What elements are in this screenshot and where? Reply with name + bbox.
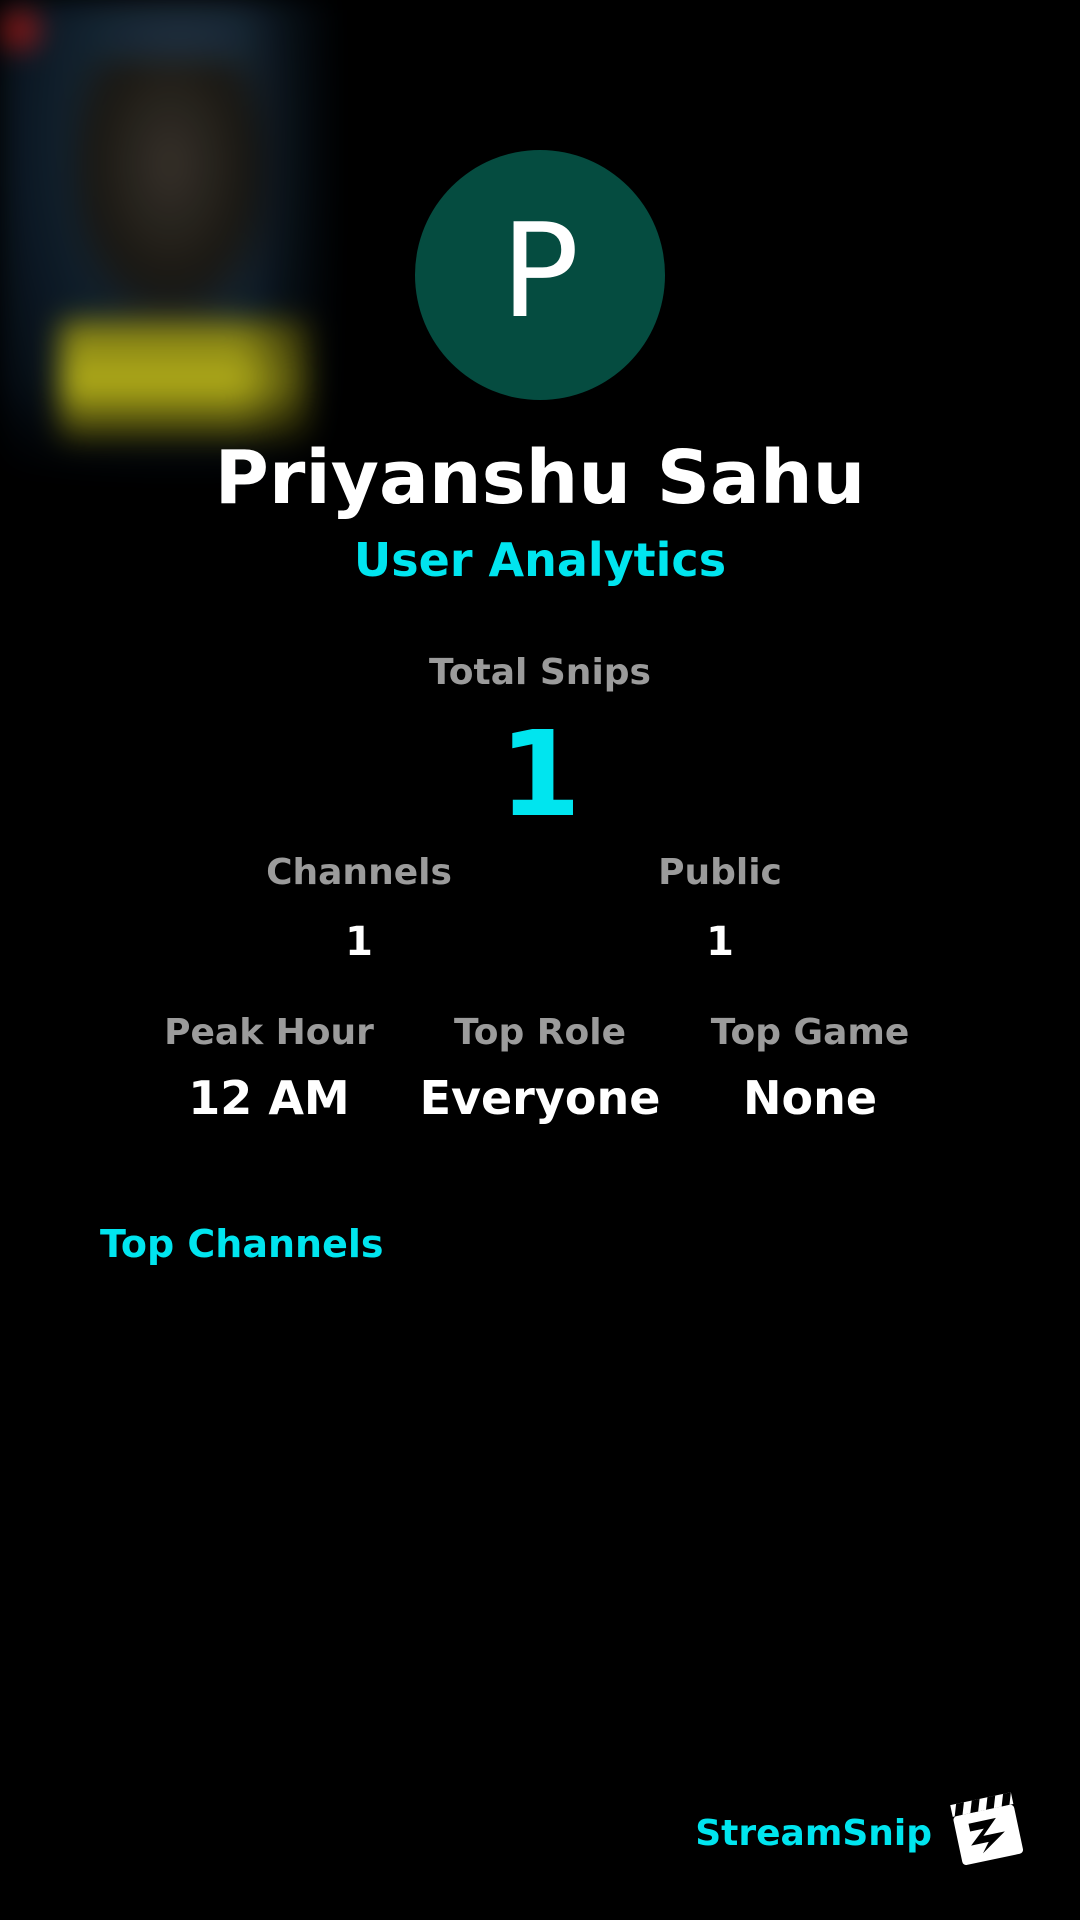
stat-peak-hour: Peak Hour 12 AM	[119, 1012, 419, 1125]
stat-public: Public 1	[570, 852, 870, 965]
avatar-letter: P	[500, 195, 580, 347]
brand-name: StreamSnip	[695, 1813, 932, 1854]
stat-channels-label: Channels	[266, 852, 452, 893]
page-subtitle: User Analytics	[353, 533, 727, 587]
background-thumbnail	[0, 0, 360, 480]
avatar: P	[415, 150, 665, 400]
stat-top-role-value: Everyone	[419, 1071, 661, 1125]
stat-public-value: 1	[706, 919, 734, 965]
stat-public-label: Public	[658, 852, 782, 893]
stat-channels-value: 1	[345, 919, 373, 965]
stat-top-game: Top Game None	[660, 1012, 960, 1125]
top-channels-heading: Top Channels	[100, 1222, 384, 1266]
clapperboard-icon	[950, 1792, 1024, 1866]
stat-top-role-label: Top Role	[453, 1012, 627, 1053]
stat-top-game-value: None	[742, 1071, 878, 1125]
stat-top-game-label: Top Game	[710, 1012, 910, 1053]
user-name: Priyanshu Sahu	[214, 435, 866, 521]
total-snips-value: 1	[498, 705, 582, 843]
stat-peak-hour-label: Peak Hour	[164, 1012, 374, 1053]
total-snips-label: Total Snips	[429, 652, 651, 693]
stat-channels: Channels 1	[209, 852, 509, 965]
stat-top-role: Top Role Everyone	[390, 1012, 690, 1125]
stat-peak-hour-value: 12 AM	[188, 1071, 350, 1125]
